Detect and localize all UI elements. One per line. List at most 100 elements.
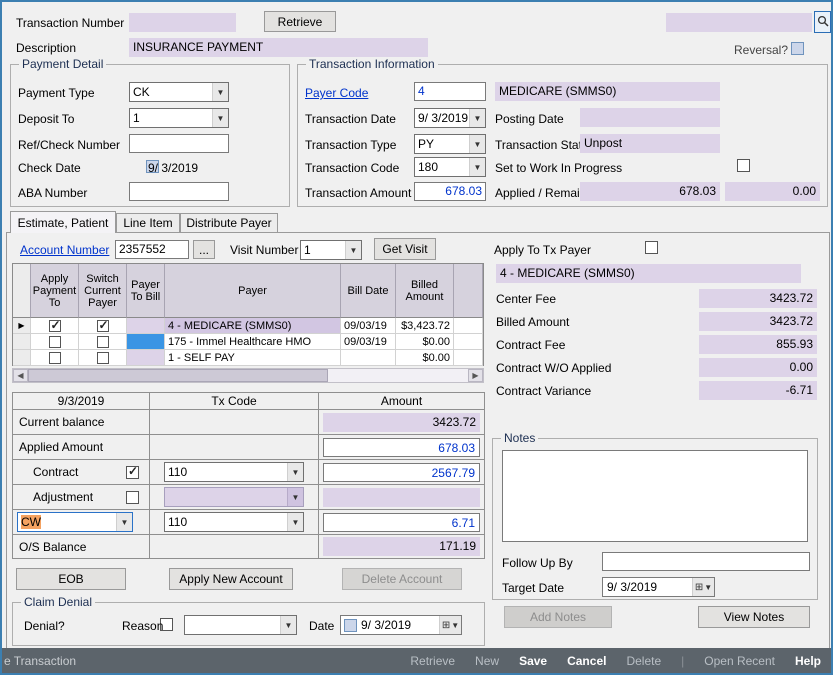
reversal-checkbox[interactable] [791,42,804,55]
payer-cell[interactable]: 1 - SELF PAY [165,350,341,366]
applied-amount-input[interactable]: 678.03 [323,438,480,457]
denial-date-value: 9/ 3/2019 [357,618,439,632]
account-number-link[interactable]: Account Number [20,243,109,257]
ref-check-number-input[interactable] [129,134,229,153]
col-bill-date[interactable]: Bill Date [341,264,396,318]
deposit-to-combo[interactable]: 1▼ [129,108,229,128]
denial-date-picker[interactable]: 9/ 3/2019 ⊞▼ [340,615,462,635]
writeoff-code-combo[interactable]: CW ▼ [17,512,133,532]
payer-cell[interactable]: 175 - Immel Healthcare HMO [165,334,341,350]
visit-number-combo[interactable]: 1▼ [300,240,362,260]
follow-up-by-input[interactable] [602,552,810,571]
search-field[interactable] [666,13,812,32]
transaction-type-combo[interactable]: PY▼ [414,134,486,154]
aba-number-input[interactable] [129,182,229,201]
transaction-number-field[interactable] [129,13,236,32]
payer-code-input[interactable]: 4 [414,82,486,101]
apply-to-tx-payer-label: Apply To Tx Payer [494,243,591,257]
search-icon [817,15,829,30]
statusbar-save[interactable]: Save [519,654,547,668]
statusbar-new[interactable]: New [475,654,499,668]
check-date-value[interactable]: 9/ 3/2019 [148,161,198,175]
payer-to-bill-cell[interactable] [127,350,165,366]
apply-payment-checkbox[interactable] [49,320,61,332]
denial-date-checkbox[interactable] [344,619,357,632]
scroll-left-icon[interactable]: ◀ [13,369,28,382]
transaction-amount-label: Transaction Amount [305,186,411,200]
get-visit-button[interactable]: Get Visit [374,238,436,260]
tab-estimate-patient[interactable]: Estimate, Patient [10,211,116,233]
scroll-right-icon[interactable]: ▶ [468,369,483,382]
adjustment-label: Adjustment [33,490,93,504]
applied-amount-row: Applied Amount 678.03 [13,435,484,460]
grid-horizontal-scrollbar[interactable]: ◀ ▶ [12,368,484,383]
payer-row-immel[interactable]: 175 - Immel Healthcare HMO 09/03/19 $0.0… [13,334,483,350]
payer-code-link[interactable]: Payer Code [305,86,368,100]
payer-to-bill-cell[interactable] [127,334,165,350]
retrieve-button[interactable]: Retrieve [264,11,336,32]
current-balance-label: Current balance [13,410,150,434]
amounts-header-amount: Amount [319,394,484,408]
contract-checkbox[interactable] [126,466,139,479]
payer-cell[interactable]: 4 - MEDICARE (SMMS0) [165,318,341,334]
switch-payer-checkbox[interactable] [97,320,109,332]
search-button[interactable] [814,11,831,33]
scrollbar-thumb[interactable] [28,369,328,382]
eob-button[interactable]: EOB [16,568,126,590]
statusbar-retrieve[interactable]: Retrieve [410,654,455,668]
switch-payer-checkbox[interactable] [97,336,109,348]
contract-amount-input[interactable]: 2567.79 [323,463,480,482]
description-field[interactable]: INSURANCE PAYMENT [129,38,428,57]
os-balance-label: O/S Balance [13,535,150,558]
account-lookup-button[interactable]: ... [193,240,215,259]
statusbar-cancel[interactable]: Cancel [567,654,606,668]
row-selector-header [13,264,31,318]
applied-field: 678.03 [580,182,720,201]
apply-new-account-button[interactable]: Apply New Account [169,568,293,590]
target-date-picker[interactable]: 9/ 3/2019 ⊞▼ [602,577,715,597]
statusbar-delete[interactable]: Delete [626,654,661,668]
contract-fee-label: Contract Fee [496,338,565,352]
col-payer-to-bill[interactable]: Payer To Bill [127,264,165,318]
account-number-input[interactable]: 2357552 [115,240,189,259]
chevron-down-icon: ▼ [212,83,228,101]
adjustment-code-combo[interactable]: ▼ [164,487,304,507]
transaction-type-label: Transaction Type [305,138,396,152]
transaction-date-combo[interactable]: 9/ 3/2019▼ [414,108,486,128]
chevron-down-icon: ▼ [469,109,485,127]
col-payer[interactable]: Payer [165,264,341,318]
col-billed-amount[interactable]: Billed Amount [396,264,454,318]
current-balance-value: 3423.72 [323,413,480,432]
tab-line-item[interactable]: Line Item [116,213,180,232]
notes-textarea[interactable] [502,450,808,542]
statusbar-help[interactable]: Help [795,654,821,668]
statusbar-open-recent[interactable]: Open Recent [704,654,775,668]
apply-payment-checkbox[interactable] [49,336,61,348]
transaction-amount-input[interactable]: 678.03 [414,182,486,201]
payer-grid-header: Apply Payment To Switch Current Payer Pa… [13,264,483,318]
contract-variance-label: Contract Variance [496,384,591,398]
adjustment-checkbox[interactable] [126,491,139,504]
apply-payment-checkbox[interactable] [49,352,61,364]
writeoff-amount-input[interactable]: 6.71 [323,513,480,532]
tab-distribute-payer[interactable]: Distribute Payer [180,213,278,232]
amounts-header-date: 9/3/2019 [13,393,150,409]
view-notes-button[interactable]: View Notes [698,606,810,628]
center-fee-label: Center Fee [496,292,556,306]
payer-row-selfpay[interactable]: 1 - SELF PAY $0.00 [13,350,483,366]
payer-row-medicare[interactable]: ▶ 4 - MEDICARE (SMMS0) 09/03/19 $3,423.7… [13,318,483,334]
payer-to-bill-cell[interactable] [127,318,165,334]
payment-type-combo[interactable]: CK▼ [129,82,229,102]
switch-payer-checkbox[interactable] [97,352,109,364]
transaction-code-combo[interactable]: 180▼ [414,157,486,177]
wip-checkbox[interactable] [737,159,750,172]
amounts-header-txcode: Tx Code [150,393,319,409]
writeoff-txcode-combo[interactable]: 110▼ [164,512,304,532]
reason-combo[interactable]: ▼ [184,615,297,635]
contract-code-combo[interactable]: 110▼ [164,462,304,482]
col-switch-current-payer[interactable]: Switch Current Payer [79,264,127,318]
billed-amount-cell: $0.00 [396,350,454,366]
apply-to-tx-payer-checkbox[interactable] [645,241,658,254]
col-apply-payment-to[interactable]: Apply Payment To [31,264,79,318]
transaction-status-field: Unpost [580,134,720,153]
